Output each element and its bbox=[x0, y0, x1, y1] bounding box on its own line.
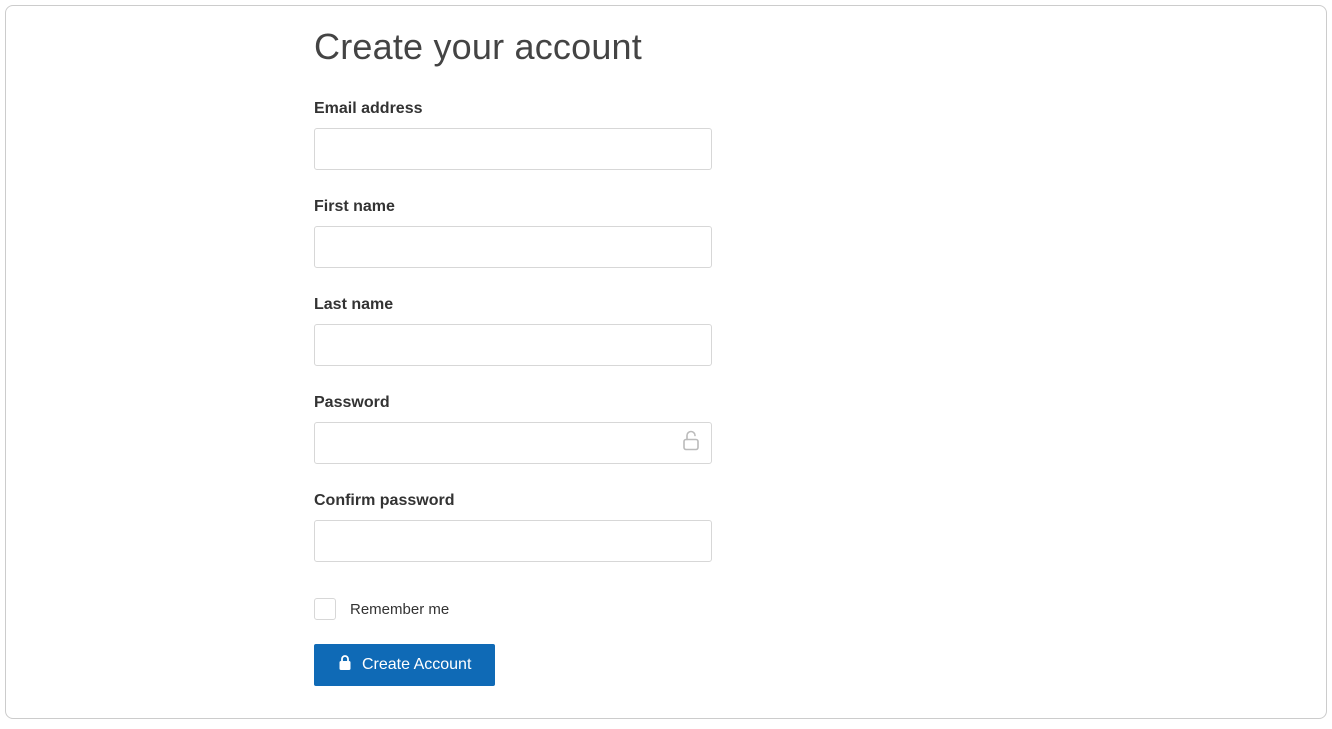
first-name-field-group: First name bbox=[314, 198, 814, 268]
confirm-password-field-group: Confirm password bbox=[314, 492, 814, 562]
last-name-field-group: Last name bbox=[314, 296, 814, 366]
confirm-password-label: Confirm password bbox=[314, 492, 814, 510]
last-name-label: Last name bbox=[314, 296, 814, 314]
signup-form: Create your account Email address First … bbox=[314, 26, 814, 686]
password-label: Password bbox=[314, 394, 814, 412]
remember-me-row: Remember me bbox=[314, 598, 814, 620]
first-name-input[interactable] bbox=[314, 226, 712, 268]
create-account-button[interactable]: Create Account bbox=[314, 644, 495, 686]
password-input[interactable] bbox=[314, 422, 712, 464]
first-name-label: First name bbox=[314, 198, 814, 216]
remember-me-label: Remember me bbox=[350, 601, 449, 618]
password-field-group: Password bbox=[314, 394, 814, 464]
create-account-button-label: Create Account bbox=[362, 656, 471, 674]
remember-me-checkbox[interactable] bbox=[314, 598, 336, 620]
page-title: Create your account bbox=[314, 26, 814, 68]
confirm-password-input[interactable] bbox=[314, 520, 712, 562]
email-input[interactable] bbox=[314, 128, 712, 170]
email-field-group: Email address bbox=[314, 100, 814, 170]
email-label: Email address bbox=[314, 100, 814, 118]
lock-icon bbox=[338, 655, 352, 676]
app-frame: Create your account Email address First … bbox=[5, 5, 1327, 719]
last-name-input[interactable] bbox=[314, 324, 712, 366]
password-input-wrap bbox=[314, 422, 712, 464]
